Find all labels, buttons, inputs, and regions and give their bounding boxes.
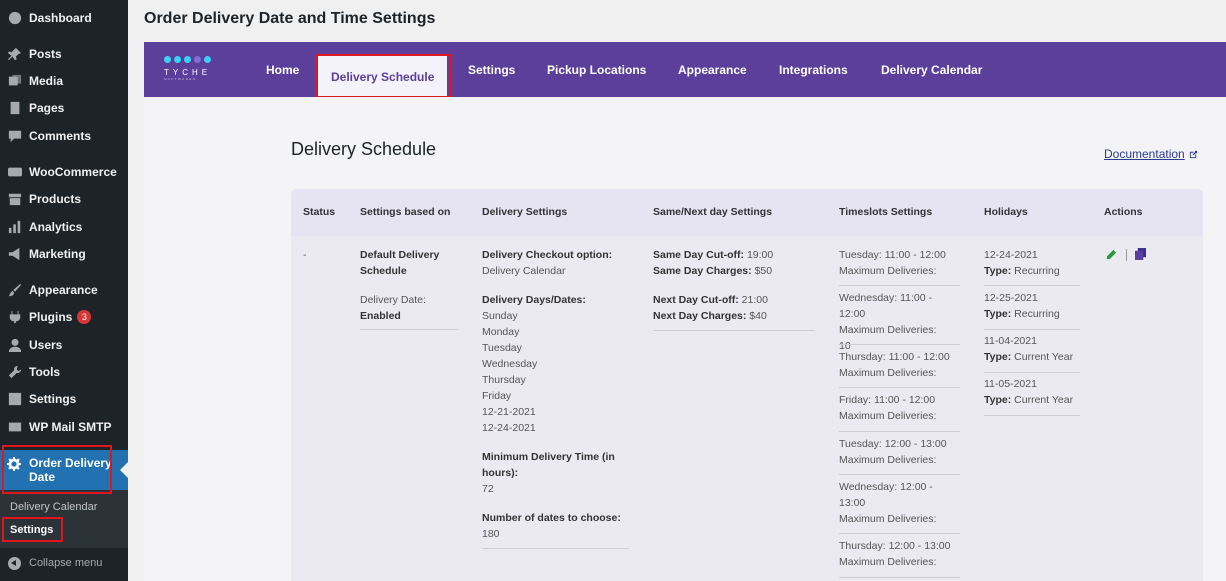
divider xyxy=(482,548,629,549)
holiday-item: 12-25-2021 Type: Recurring xyxy=(984,292,1060,320)
comment-icon xyxy=(7,128,23,144)
divider xyxy=(839,285,960,286)
plugins-update-badge: 3 xyxy=(77,310,92,324)
dashboard-icon xyxy=(7,10,23,26)
sidebar-item-dashboard[interactable]: Dashboard xyxy=(0,5,128,31)
megaphone-icon xyxy=(7,246,23,262)
tyche-logo: TYCHE SOFTWARES xyxy=(164,56,224,88)
mail-icon xyxy=(7,419,23,435)
divider xyxy=(984,329,1080,330)
timeslot-item: Friday: 11:00 - 12:00 Maximum Deliveries: xyxy=(839,394,937,422)
timeslot-item: Tuesday: 12:00 - 13:00 Maximum Deliveries… xyxy=(839,438,947,466)
pin-icon xyxy=(7,46,23,62)
sidebar-item-woocommerce[interactable]: WooCommerce xyxy=(0,159,128,185)
divider xyxy=(984,372,1080,373)
action-separator xyxy=(1126,249,1127,261)
sidebar-item-posts[interactable]: Posts xyxy=(0,41,128,67)
sidebar-item-analytics[interactable]: Analytics xyxy=(0,214,128,240)
sidebar-item-comments[interactable]: Comments xyxy=(0,123,128,149)
status-cell: - xyxy=(303,249,307,261)
col-actions: Actions xyxy=(1104,206,1143,218)
edit-icon[interactable] xyxy=(1106,249,1117,260)
sidebar-item-appearance[interactable]: Appearance xyxy=(0,277,128,303)
plugin-icon xyxy=(7,309,23,325)
settings-icon xyxy=(7,391,23,407)
tab-integrations[interactable]: Integrations xyxy=(779,42,848,97)
sidebar-item-media[interactable]: Media xyxy=(0,68,128,94)
timeslot-item: Thursday: 11:00 - 12:00 Maximum Deliverie… xyxy=(839,351,950,379)
documentation-link[interactable]: Documentation xyxy=(1104,147,1198,161)
timeslot-item: Wednesday: 12:00 - 13:00 Maximum Deliveri… xyxy=(839,481,937,525)
tab-settings[interactable]: Settings xyxy=(468,42,515,97)
sidebar-item-wp-mail-smtp[interactable]: WP Mail SMTP xyxy=(0,414,128,440)
collapse-icon xyxy=(8,556,21,570)
woocommerce-icon xyxy=(7,164,23,180)
collapse-menu-button[interactable]: Collapse menu xyxy=(0,552,128,574)
col-same-next-day: Same/Next day Settings xyxy=(653,206,773,218)
copy-icon[interactable] xyxy=(1135,248,1146,260)
divider xyxy=(653,330,815,331)
tab-appearance[interactable]: Appearance xyxy=(678,42,747,97)
divider xyxy=(984,285,1080,286)
delivery-settings-cell: Delivery Checkout option: Delivery Calen… xyxy=(482,249,621,540)
timeslot-item: Tuesday: 11:00 - 12:00 Maximum Deliveries… xyxy=(839,249,946,277)
divider xyxy=(984,415,1080,416)
sidebar-item-plugins[interactable]: Plugins 3 xyxy=(0,304,128,330)
divider xyxy=(839,431,960,432)
highlight-box-menu xyxy=(2,445,112,494)
brush-icon xyxy=(7,282,23,298)
highlight-box-tab xyxy=(316,54,452,98)
col-holidays: Holidays xyxy=(984,206,1028,218)
col-delivery-settings: Delivery Settings xyxy=(482,206,568,218)
divider xyxy=(839,474,960,475)
tab-home[interactable]: Home xyxy=(266,42,299,97)
col-status: Status xyxy=(303,206,336,218)
sidebar-item-settings[interactable]: Settings xyxy=(0,386,128,412)
submenu-item-delivery-calendar[interactable]: Delivery Calendar xyxy=(10,501,97,513)
external-link-icon xyxy=(1189,150,1197,158)
bar-chart-icon xyxy=(7,219,23,235)
table-header: Status Settings based on Delivery Settin… xyxy=(291,189,1203,236)
tab-pickup-locations[interactable]: Pickup Locations xyxy=(547,42,646,97)
tab-delivery-calendar[interactable]: Delivery Calendar xyxy=(881,42,982,97)
user-icon xyxy=(7,337,23,353)
delivery-schedule-table: Status Settings based on Delivery Settin… xyxy=(291,189,1203,581)
divider xyxy=(360,329,458,330)
pages-icon xyxy=(7,100,23,116)
holiday-item: 12-24-2021 Type: Recurring xyxy=(984,249,1060,277)
same-next-day-cell: Same Day Cut-off: 19:00 Same Day Charges… xyxy=(653,249,774,322)
divider xyxy=(839,344,960,345)
settings-based-on-cell: Default Delivery Schedule Delivery Date:… xyxy=(360,249,440,322)
plugin-top-nav: TYCHE SOFTWARES Home Delivery Schedule S… xyxy=(144,42,1226,97)
page-title: Order Delivery Date and Time Settings xyxy=(144,10,436,27)
sidebar-item-tools[interactable]: Tools xyxy=(0,359,128,385)
archive-icon xyxy=(7,191,23,207)
sidebar-item-marketing[interactable]: Marketing xyxy=(0,241,128,267)
divider xyxy=(839,533,960,534)
active-menu-arrow xyxy=(120,462,128,478)
sidebar-item-products[interactable]: Products xyxy=(0,186,128,212)
media-icon xyxy=(7,73,23,89)
timeslot-item: Thursday: 12:00 - 13:00 Maximum Deliverie… xyxy=(839,540,951,568)
holiday-item: 11-04-2021 Type: Current Year xyxy=(984,335,1074,363)
divider xyxy=(839,387,960,388)
col-timeslots: Timeslots Settings xyxy=(839,206,933,218)
wrench-icon xyxy=(7,364,23,380)
sidebar-item-users[interactable]: Users xyxy=(0,332,128,358)
col-settings-based-on: Settings based on xyxy=(360,206,451,218)
sidebar-item-pages[interactable]: Pages xyxy=(0,95,128,121)
section-title: Delivery Schedule xyxy=(291,139,437,159)
divider xyxy=(839,577,960,578)
holiday-item: 11-05-2021 Type: Current Year xyxy=(984,378,1074,406)
highlight-box-submenu xyxy=(2,517,63,542)
